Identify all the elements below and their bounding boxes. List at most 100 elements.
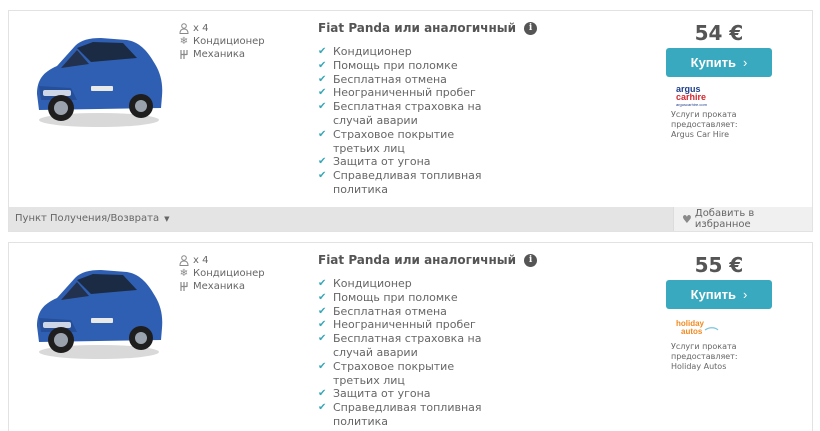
pickup-return-label: Пункт Получения/Возврата — [15, 213, 160, 224]
check-icon: ✔ — [318, 101, 327, 113]
ac-label: Кондиционер — [193, 268, 265, 279]
feature-item: ✔ Кондиционер — [318, 45, 498, 59]
feature-item: ✔ Помощь при поломке — [318, 291, 498, 305]
feature-label: Кондиционер — [333, 45, 412, 58]
feature-item: ✔ Бесплатная страховка на случай аварии — [318, 332, 498, 360]
check-icon: ✔ — [318, 156, 327, 168]
provider-line2: предоставляет: — [671, 352, 738, 361]
car-listing-card: x 4 ❄ Кондиционер Механика Fiat Panda ил… — [8, 242, 813, 431]
check-icon: ✔ — [318, 87, 327, 99]
feature-item: ✔ Страховое покрытие третьих лиц — [318, 128, 498, 156]
chevron-right-icon: › — [743, 55, 748, 70]
buy-label: Купить — [690, 287, 737, 302]
feature-item: ✔ Помощь при поломке — [318, 59, 498, 73]
price: 55 € — [694, 253, 744, 277]
transmission-label: Механика — [193, 49, 246, 60]
feature-label: Защита от угона — [333, 155, 431, 169]
feature-item: ✔ Кондиционер — [318, 277, 498, 291]
info-icon[interactable]: i — [524, 21, 538, 35]
add-to-favorites-label: Добавить в избранное — [694, 208, 755, 230]
provider-line1: Услуги проката — [671, 110, 737, 119]
holiday-autos-logo: holiday autos — [676, 319, 719, 336]
check-icon: ✔ — [318, 305, 327, 317]
seats-spec: x 4 — [177, 22, 265, 35]
argus-carhire-logo: argus carhire arguscarhire.com — [676, 84, 708, 107]
car-image — [37, 270, 163, 359]
car-title-row: Fiat Panda или аналогичный i — [318, 21, 538, 35]
pickup-return-dropdown[interactable]: Пункт Получения/Возврата ▼ — [15, 213, 169, 224]
gearbox-icon — [177, 281, 191, 293]
car-title-row: Fiat Panda или аналогичный i — [318, 253, 538, 267]
ac-label: Кондиционер — [193, 36, 265, 47]
feature-label: Бесплатная отмена — [333, 304, 447, 318]
feature-label: Помощь при поломке — [333, 58, 458, 72]
feature-item: ✔ Справедливая топливная политика — [318, 401, 498, 429]
feature-item: ✔ Страховое покрытие третьих лиц — [318, 360, 498, 388]
feature-label: Неограниченный пробег — [333, 86, 476, 100]
logo-line2: autos — [681, 327, 703, 336]
feature-label: Неограниченный пробег — [333, 318, 476, 332]
feature-item: ✔ Справедливая топливная политика — [318, 169, 498, 197]
logo-line3: arguscarhire.com — [676, 102, 708, 107]
ac-spec: ❄ Кондиционер — [177, 35, 265, 48]
buy-label: Купить — [690, 55, 737, 70]
feature-item: ✔ Бесплатная страховка на случай аварии — [318, 100, 498, 128]
seats-label: x 4 — [193, 255, 209, 266]
feature-label: Справедливая топливная политика — [333, 169, 482, 196]
feature-label: Помощь при поломке — [333, 290, 458, 304]
feature-item: ✔ Неограниченный пробег — [318, 318, 498, 332]
check-icon: ✔ — [318, 402, 327, 414]
feature-label: Бесплатная страховка на случай аварии — [333, 100, 482, 127]
feature-label: Защита от угона — [333, 387, 431, 401]
provider-line2: предоставляет: — [671, 120, 738, 129]
snowflake-icon: ❄ — [179, 36, 189, 47]
ac-spec: ❄ Кондиционер — [177, 267, 265, 280]
check-icon: ✔ — [318, 278, 327, 289]
caret-down-icon: ▼ — [164, 214, 170, 223]
provider-name: Holiday Autos — [671, 362, 727, 371]
snowflake-icon: ❄ — [179, 268, 189, 279]
chevron-right-icon: › — [743, 287, 748, 302]
check-icon: ✔ — [318, 73, 327, 85]
feature-item: ✔ Бесплатная отмена — [318, 73, 498, 87]
check-icon: ✔ — [318, 170, 327, 182]
person-icon — [177, 255, 191, 267]
provider-line1: Услуги проката — [671, 342, 737, 351]
car-image — [37, 38, 163, 127]
feature-item: ✔ Неограниченный пробег — [318, 86, 498, 100]
transmission-label: Механика — [193, 281, 246, 292]
buy-button[interactable]: Купить › — [666, 280, 772, 309]
check-icon: ✔ — [318, 46, 327, 57]
provider-info: Услуги проката предоставляет: Holiday Au… — [671, 342, 738, 372]
car-title: Fiat Panda или аналогичный — [318, 21, 517, 35]
check-icon: ✔ — [318, 59, 327, 71]
transmission-spec: Механика — [177, 48, 265, 61]
feature-item: ✔ Бесплатная отмена — [318, 305, 498, 319]
check-icon: ✔ — [318, 319, 327, 331]
feature-list: ✔ Кондиционер ✔ Помощь при поломке ✔ Беспла… — [318, 45, 498, 197]
check-icon: ✔ — [318, 128, 327, 140]
add-to-favorites-button[interactable]: ♥ Добавить в избранное — [673, 207, 812, 231]
car-specs: x 4 ❄ Кондиционер Механика — [177, 22, 265, 61]
price: 54 € — [694, 21, 744, 45]
buy-button[interactable]: Купить › — [666, 48, 772, 77]
feature-label: Страховое покрытие третьих лиц — [333, 127, 455, 155]
feature-label: Справедливая топливная политика — [333, 401, 482, 428]
feature-item: ✔ Защита от угона — [318, 387, 498, 401]
info-icon[interactable]: i — [524, 253, 538, 267]
check-icon: ✔ — [318, 291, 327, 303]
feature-list: ✔ Кондиционер ✔ Помощь при поломке ✔ Беспла… — [318, 277, 498, 429]
gearbox-icon — [177, 49, 191, 61]
person-icon — [177, 23, 191, 35]
provider-info: Услуги проката предоставляет: Argus Car … — [671, 110, 738, 140]
feature-label: Страховое покрытие третьих лиц — [333, 359, 455, 387]
seats-label: x 4 — [193, 23, 209, 34]
card-footer: Пункт Получения/Возврата ▼ ♥ Добавить в … — [9, 207, 812, 231]
logo-line2: carhire — [676, 92, 706, 102]
car-listing-card: x 4 ❄ Кондиционер Механика Fiat Panda ил… — [8, 10, 813, 232]
transmission-spec: Механика — [177, 280, 265, 293]
feature-label: Бесплатная страховка на случай аварии — [333, 332, 482, 359]
feature-item: ✔ Защита от угона — [318, 155, 498, 169]
check-icon: ✔ — [318, 360, 327, 372]
feature-label: Кондиционер — [333, 277, 412, 290]
